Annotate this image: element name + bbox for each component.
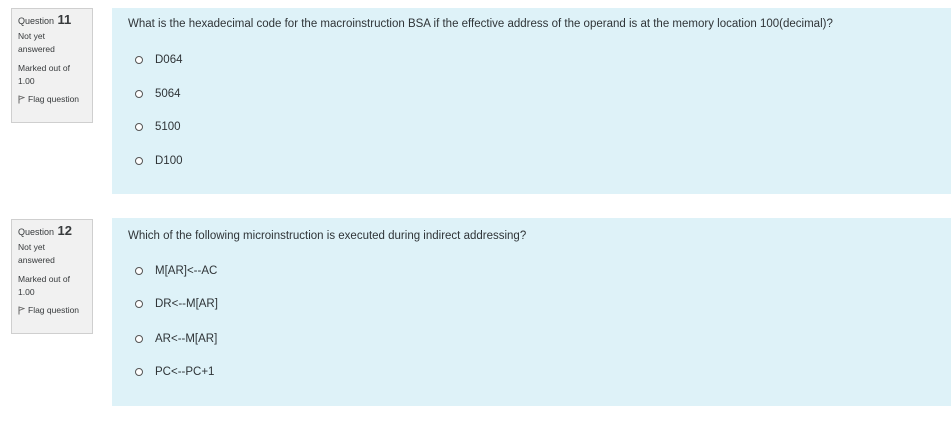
question-info: Question 12 Not yet answered Marked out … bbox=[11, 219, 93, 334]
question-grade: Marked out of 1.00 bbox=[18, 62, 92, 88]
option-label: AR<--M[AR] bbox=[155, 333, 218, 345]
marked-line-1: Marked out of bbox=[18, 274, 70, 284]
question-text: What is the hexadecimal code for the mac… bbox=[128, 18, 833, 30]
answer-option[interactable]: AR<--M[AR] bbox=[135, 333, 217, 345]
question-label: Question bbox=[18, 227, 55, 237]
flag-question-button[interactable]: Flag question bbox=[18, 93, 92, 106]
answer-option[interactable]: D100 bbox=[135, 155, 183, 167]
answer-option[interactable]: DR<--M[AR] bbox=[135, 298, 218, 310]
question-state: Not yet answered bbox=[18, 30, 92, 56]
flag-question-label: Flag question bbox=[28, 94, 80, 104]
flag-question-button[interactable]: Flag question bbox=[18, 304, 92, 317]
option-label: D100 bbox=[155, 155, 183, 167]
answer-option[interactable]: 5100 bbox=[135, 121, 181, 133]
radio-button[interactable] bbox=[135, 56, 143, 64]
question-label: Question bbox=[18, 16, 55, 26]
question-info: Question 11 Not yet answered Marked out … bbox=[11, 8, 93, 123]
state-line-2: answered bbox=[18, 44, 55, 54]
question-number-value: 12 bbox=[57, 223, 73, 238]
state-line-1: Not yet bbox=[18, 31, 45, 41]
radio-button[interactable] bbox=[135, 157, 143, 165]
answer-option[interactable]: 5064 bbox=[135, 88, 181, 100]
option-label: 5100 bbox=[155, 121, 181, 133]
radio-button[interactable] bbox=[135, 90, 143, 98]
radio-button[interactable] bbox=[135, 300, 143, 308]
option-label: D064 bbox=[155, 54, 183, 66]
question-content: Which of the following microinstruction … bbox=[112, 218, 951, 406]
state-line-1: Not yet bbox=[18, 242, 45, 252]
option-label: DR<--M[AR] bbox=[155, 298, 218, 310]
radio-button[interactable] bbox=[135, 123, 143, 131]
flag-icon bbox=[18, 95, 25, 104]
question-grade: Marked out of 1.00 bbox=[18, 273, 92, 299]
option-label: M[AR]<--AC bbox=[155, 265, 218, 277]
question-text: Which of the following microinstruction … bbox=[128, 230, 527, 242]
answer-option[interactable]: M[AR]<--AC bbox=[135, 265, 217, 277]
question-number: Question 12 bbox=[18, 224, 92, 239]
radio-button[interactable] bbox=[135, 267, 143, 275]
answer-option[interactable]: D064 bbox=[135, 54, 183, 66]
state-line-2: answered bbox=[18, 255, 55, 265]
radio-button[interactable] bbox=[135, 368, 143, 376]
flag-icon bbox=[18, 306, 25, 315]
marked-line-1: Marked out of bbox=[18, 63, 70, 73]
flag-question-label: Flag question bbox=[28, 305, 80, 315]
question-number: Question 11 bbox=[18, 13, 92, 28]
marked-line-2: 1.00 bbox=[18, 287, 35, 297]
question-number-value: 11 bbox=[57, 12, 72, 27]
option-label: 5064 bbox=[155, 88, 181, 100]
option-label: PC<--PC+1 bbox=[155, 366, 215, 378]
question-content: What is the hexadecimal code for the mac… bbox=[112, 8, 951, 194]
question-state: Not yet answered bbox=[18, 241, 92, 267]
marked-line-2: 1.00 bbox=[18, 76, 35, 86]
answer-option[interactable]: PC<--PC+1 bbox=[135, 366, 214, 378]
radio-button[interactable] bbox=[135, 335, 143, 343]
